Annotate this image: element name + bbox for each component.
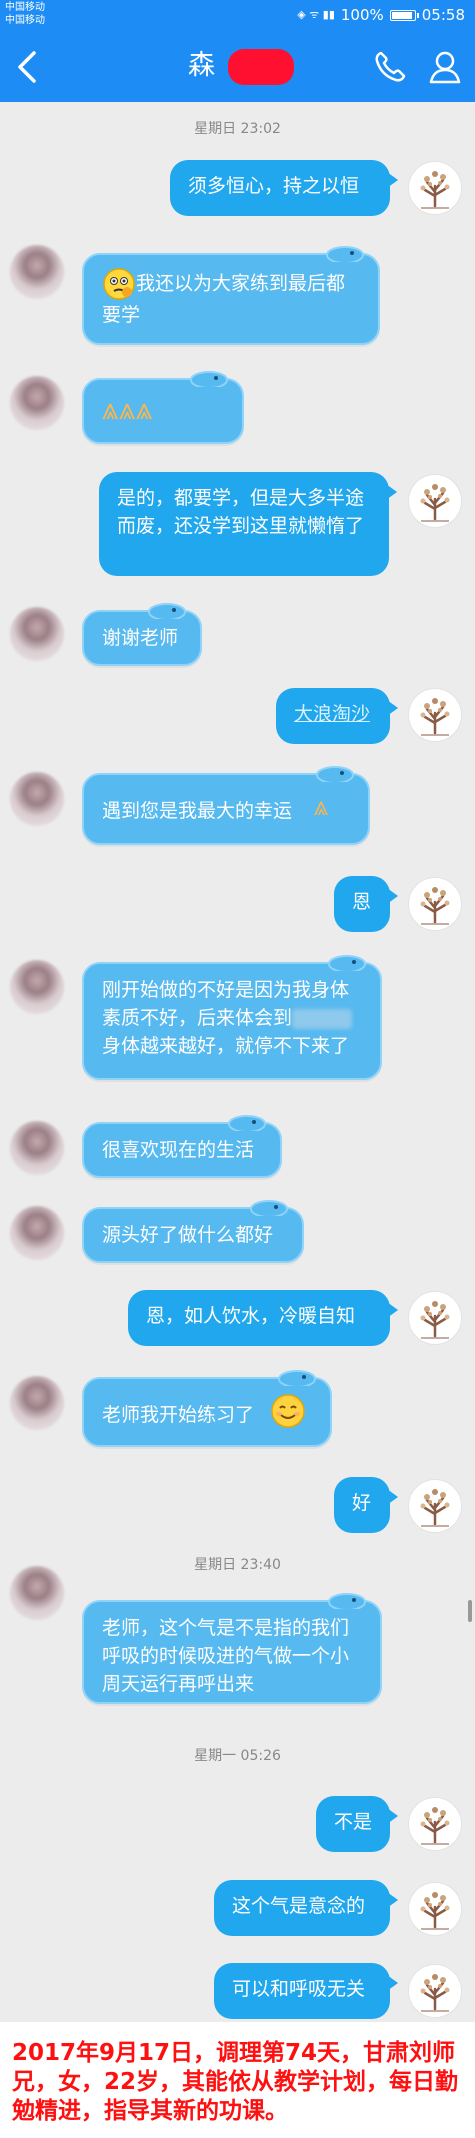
timestamp: 星期日 23:02 <box>194 121 281 137</box>
folded-hands-icon: ⩓⩓⩓ <box>102 392 153 427</box>
signal-icon: ◈ ᯤ ▮▮ <box>297 8 335 21</box>
message-bubble-outgoing[interactable]: 须多恒心，持之以恒 <box>170 160 398 216</box>
caption: 2017年9月17日，调理第74天，甘肃刘师兄，女，22岁，其能依从教学计划，每… <box>0 2022 475 2138</box>
clock: 05:58 <box>421 6 465 24</box>
message-bubble-incoming[interactable]: 很喜欢现在的生活 <box>82 1115 282 1178</box>
student-avatar[interactable] <box>10 960 64 1014</box>
contact-profile-button[interactable] <box>427 49 463 85</box>
bubble-ear-decoration <box>148 603 186 619</box>
status-bar: 中国移动 中国移动 ◈ ᯤ ▮▮ 100% 05:58 <box>0 0 475 30</box>
contact-profile-icon <box>429 51 461 84</box>
tree-logo-icon <box>420 887 450 925</box>
student-avatar[interactable] <box>10 1566 64 1620</box>
tree-logo-icon <box>420 1301 450 1339</box>
message-text: 源头好了做什么都好 <box>102 1224 274 1246</box>
call-button[interactable] <box>372 49 408 85</box>
message-bubble-incoming[interactable]: 我还以为大家练到最后都要学 <box>82 246 380 345</box>
message-bubble-outgoing[interactable]: 可以和呼吸无关 <box>214 1963 398 2019</box>
tree-logo-icon <box>420 1489 450 1527</box>
back-button[interactable] <box>12 49 44 85</box>
caption-text: 2017年9月17日，调理第74天，甘肃刘师兄，女，22岁，其能依从教学计划，每… <box>12 2040 459 2124</box>
status-indicators: ◈ ᯤ ▮▮ 100% 05:58 <box>297 7 465 23</box>
back-arrow-icon <box>18 51 36 83</box>
teacher-avatar[interactable] <box>408 1797 462 1851</box>
message-bubble-incoming[interactable]: ⩓⩓⩓ <box>82 371 244 444</box>
message-bubble-outgoing[interactable]: 是的，都要学，但是大多半途而废，还没学到这里就懒惰了 <box>99 472 397 576</box>
student-avatar[interactable] <box>10 1376 64 1430</box>
tree-logo-icon <box>420 1974 450 2012</box>
message-bubble-outgoing[interactable]: 恩 <box>334 876 398 932</box>
carrier-label-1: 中国移动 <box>5 2 45 13</box>
chat-header: 森 <box>0 30 475 102</box>
battery-icon <box>389 9 419 21</box>
bubble-ear-decoration <box>228 1115 266 1131</box>
message-bubble-outgoing[interactable]: 大浪淘沙 <box>276 688 398 744</box>
message-text: 谢谢老师 <box>102 627 179 649</box>
timestamp: 星期一 05:26 <box>194 1748 281 1764</box>
scrollbar-thumb[interactable] <box>468 1600 472 1622</box>
teacher-avatar[interactable] <box>408 1882 462 1936</box>
name-redaction <box>228 49 294 85</box>
folded-hands-icon: ⩓ <box>314 792 329 822</box>
message-text: 好 <box>352 1492 372 1514</box>
message-text: 可以和呼吸无关 <box>232 1978 366 2000</box>
bubble-ear-decoration <box>316 766 354 782</box>
message-text: 须多恒心，持之以恒 <box>188 175 360 197</box>
message-text: 恩 <box>352 891 372 913</box>
teacher-avatar[interactable] <box>408 1479 462 1533</box>
student-avatar[interactable] <box>10 772 64 826</box>
message-text-part-2: 身体越来越好，就停不下来了 <box>102 1035 350 1057</box>
tree-logo-icon <box>420 171 450 209</box>
carrier-label-2: 中国移动 <box>5 15 45 26</box>
student-avatar[interactable] <box>10 376 64 430</box>
phone-icon <box>375 51 406 82</box>
message-bubble-incoming[interactable]: 谢谢老师 <box>82 603 202 666</box>
message-text: 这个气是意念的 <box>232 1895 366 1917</box>
smiling-face-icon <box>271 1394 305 1428</box>
message-bubble-incoming[interactable]: 源头好了做什么都好 <box>82 1200 304 1263</box>
message-bubble-outgoing[interactable]: 恩，如人饮水，冷暖自知 <box>128 1290 398 1346</box>
tree-logo-icon <box>420 698 450 736</box>
message-link[interactable]: 大浪淘沙 <box>294 703 370 725</box>
bubble-ear-decoration <box>326 246 364 262</box>
bubble-ear-decoration <box>250 1200 288 1216</box>
student-avatar[interactable] <box>10 245 64 299</box>
teacher-avatar[interactable] <box>408 688 462 742</box>
message-text: 老师我开始练习了 <box>102 1404 255 1426</box>
teacher-avatar[interactable] <box>408 1964 462 2018</box>
tree-logo-icon <box>420 1807 450 1845</box>
teacher-avatar[interactable] <box>408 1291 462 1345</box>
battery-percent: 100% <box>340 6 384 24</box>
teacher-avatar[interactable] <box>408 877 462 931</box>
timestamp: 星期日 23:40 <box>194 1557 281 1573</box>
thinking-face-icon <box>103 268 135 300</box>
message-bubble-incoming[interactable]: 遇到您是我最大的幸运 ⩓ <box>82 766 370 845</box>
message-bubble-outgoing[interactable]: 这个气是意念的 <box>214 1880 398 1936</box>
teacher-avatar[interactable] <box>408 474 462 528</box>
message-text: 很喜欢现在的生活 <box>102 1139 255 1161</box>
message-bubble-outgoing[interactable]: 不是 <box>316 1796 398 1852</box>
bubble-ear-decoration <box>328 955 366 971</box>
student-avatar[interactable] <box>10 1121 64 1175</box>
student-avatar[interactable] <box>10 1206 64 1260</box>
message-bubble-outgoing[interactable]: 好 <box>334 1477 398 1533</box>
message-text: 我还以为大家练到最后都要学 <box>102 272 346 327</box>
message-bubble-incoming[interactable]: 老师，这个气是不是指的我们呼吸的时候吸进的气做一个小周天运行再呼出来 <box>82 1593 382 1704</box>
message-text: 遇到您是我最大的幸运 <box>102 800 293 822</box>
bubble-ear-decoration <box>328 1593 366 1609</box>
message-bubble-incoming[interactable]: 老师我开始练习了 <box>82 1370 332 1447</box>
message-bubble-incoming[interactable]: 刚开始做的不好是因为我身体素质不好，后来体会到身体越来越好，就停不下来了 <box>82 955 382 1080</box>
contact-name: 森 <box>188 50 215 81</box>
tree-logo-icon <box>420 1892 450 1930</box>
tree-logo-icon <box>420 484 450 522</box>
message-text: 不是 <box>334 1811 373 1833</box>
text-redaction <box>292 1008 353 1029</box>
bubble-ear-decoration <box>278 1370 316 1386</box>
message-text: 是的，都要学，但是大多半途而废，还没学到这里就懒惰了 <box>117 487 365 537</box>
teacher-avatar[interactable] <box>408 161 462 215</box>
message-text: 老师，这个气是不是指的我们呼吸的时候吸进的气做一个小周天运行再呼出来 <box>102 1617 350 1695</box>
student-avatar[interactable] <box>10 607 64 661</box>
message-text: 恩，如人饮水，冷暖自知 <box>146 1305 356 1327</box>
bubble-ear-decoration <box>190 371 228 387</box>
